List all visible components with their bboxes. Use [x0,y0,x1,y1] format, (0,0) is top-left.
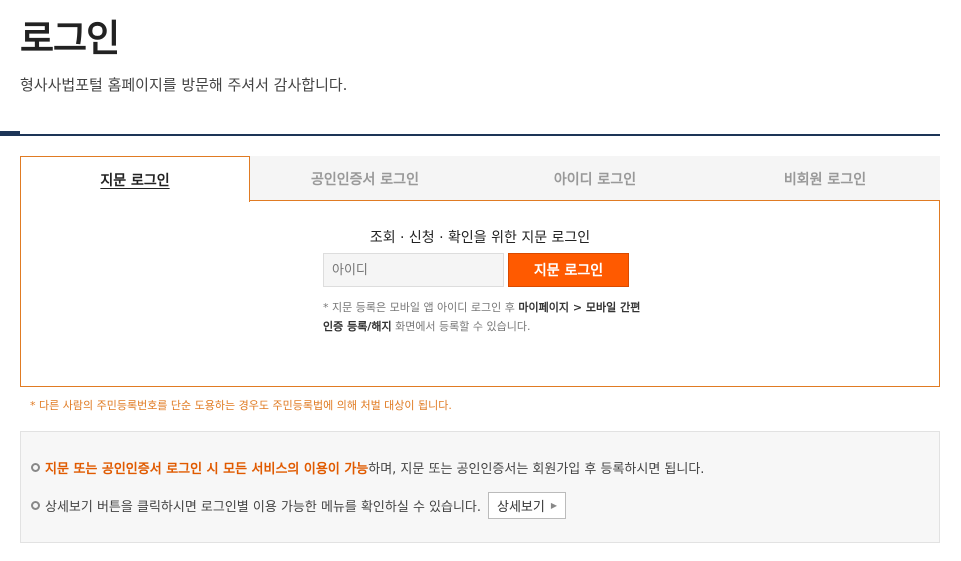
tab-id-login[interactable]: 아이디 로그인 [480,156,710,201]
info-text: 상세보기 버튼을 클릭하시면 로그인별 이용 가능한 메뉴를 확인하실 수 있습… [45,500,482,515]
page-subtitle: 형사사법포털 홈페이지를 방문해 주셔서 감사합니다. [20,76,348,94]
page-title: 로그인 [20,17,120,60]
id-input[interactable] [323,253,504,287]
triangle-right-icon: ▶ [550,501,558,510]
tab-label: 비회원 로그인 [783,171,867,188]
tab-guest-login[interactable]: 비회원 로그인 [710,156,940,201]
info-text: 하며, 지문 또는 공인인증서는 회원가입 후 등록하시면 됩니다. [368,462,705,477]
info-box: 지문 또는 공인인증서 로그인 시 모든 서비스의 이용이 가능 하며, 지문 또… [20,431,940,543]
fingerprint-login-button[interactable]: 지문 로그인 [508,253,629,287]
tab-label: 지문 로그인 [100,172,170,189]
fingerprint-login-panel: 조회 · 신청 · 확인을 위한 지문 로그인 지문 로그인 * 지문 등록은 … [20,200,940,387]
info-line-2: 상세보기 버튼을 클릭하시면 로그인별 이용 가능한 메뉴를 확인하실 수 있습… [31,492,567,519]
info-line-1: 지문 또는 공인인증서 로그인 시 모든 서비스의 이용이 가능 하며, 지문 또… [31,458,704,477]
info-highlight: 지문 또는 공인인증서 로그인 시 모든 서비스의 이용이 가능 [45,462,369,477]
panel-heading: 조회 · 신청 · 확인을 위한 지문 로그인 [369,230,591,246]
note-text-2: 화면에서 등록할 수 있습니다. [391,320,531,333]
note-text-1: * 지문 등록은 모바일 앱 아이디 로그인 후 [323,301,519,314]
registration-note: * 지문 등록은 모바일 앱 아이디 로그인 후 마이페이지 > 모바일 간편인… [323,298,643,336]
tab-label: 아이디 로그인 [553,171,637,188]
circle-bullet-icon [31,501,40,510]
identity-theft-warning: * 다른 사람의 주민등록번호를 단순 도용하는 경우도 주민등록법에 의해 처… [30,399,452,412]
header-divider [0,134,940,136]
circle-bullet-icon [31,463,40,472]
detail-button-label: 상세보기 [497,500,545,515]
login-tabs: 지문 로그인 공인인증서 로그인 아이디 로그인 비회원 로그인 [20,156,940,202]
tab-fingerprint-login[interactable]: 지문 로그인 [20,156,250,202]
tab-label: 공인인증서 로그인 [311,171,419,188]
tab-certificate-login[interactable]: 공인인증서 로그인 [250,156,480,201]
detail-view-button[interactable]: 상세보기 ▶ [488,492,567,519]
